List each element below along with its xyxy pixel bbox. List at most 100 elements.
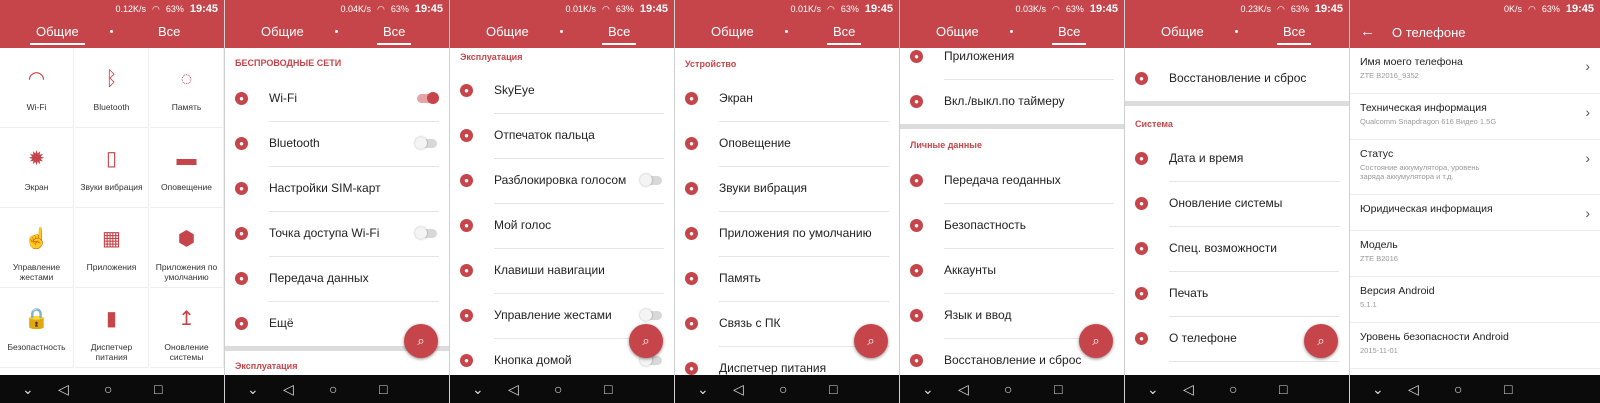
grid-item[interactable]: ⬢ Приложения по умолчанию	[150, 208, 224, 288]
recents-icon[interactable]: □	[1279, 380, 1287, 398]
tab-all[interactable]: Все	[1051, 24, 1087, 45]
settings-row[interactable]: ● Настройки SIM-карт	[225, 168, 449, 212]
nav-down-icon[interactable]: ⌄	[22, 380, 34, 398]
about-item[interactable]: Техническая информация Qualcomm Snapdrago…	[1350, 94, 1600, 140]
recents-icon[interactable]: □	[154, 380, 162, 398]
about-item[interactable]: Имя моего телефона ZTE B2016_9352 ›	[1350, 48, 1600, 94]
home-icon[interactable]: ○	[329, 380, 337, 398]
toggle-switch[interactable]	[415, 137, 437, 149]
tab-all[interactable]: Все	[1276, 24, 1312, 45]
settings-row[interactable]: ● Спец. возможности	[1125, 228, 1349, 272]
grid-item[interactable]: 🔒 Безопастность	[0, 288, 74, 368]
section-header-operation: Эксплуатация	[235, 361, 298, 371]
back-icon[interactable]: ◁	[58, 380, 69, 398]
about-item[interactable]: Юридическая информация ›	[1350, 195, 1600, 231]
toggle-switch[interactable]	[640, 174, 662, 186]
settings-row[interactable]: ● Память	[675, 258, 899, 302]
grid-item[interactable]: ᛒ Bluetooth	[75, 48, 149, 128]
settings-row[interactable]: ● Экран	[675, 78, 899, 122]
grid-item[interactable]: ↥ Оновление системы	[150, 288, 224, 368]
settings-row[interactable]: ● Восстановление и сброс	[1125, 58, 1349, 102]
settings-row[interactable]: ● Печать	[1125, 273, 1349, 317]
grid-item[interactable]: ▬ Оповещение	[150, 128, 224, 208]
nav-down-icon[interactable]: ⌄	[1147, 380, 1159, 398]
grid-item[interactable]: ▯ Звуки вибрация	[75, 128, 149, 208]
search-button[interactable]: ⌕	[854, 324, 888, 358]
home-icon[interactable]: ○	[1004, 380, 1012, 398]
settings-row[interactable]: ● Приложения	[900, 48, 1124, 80]
grid-item[interactable]: ▦ Приложения	[75, 208, 149, 288]
back-icon[interactable]: ◁	[283, 380, 294, 398]
grid-item[interactable]: ◠ Wi-Fi	[0, 48, 74, 128]
settings-row[interactable]: ● Клавиши навигации	[450, 250, 674, 294]
tab-general[interactable]: Общие	[1161, 24, 1204, 39]
about-item[interactable]: Статус Состояние аккумулятора, уровень за…	[1350, 140, 1600, 195]
settings-row[interactable]: ● Аккаунты	[900, 250, 1124, 294]
navigation-bar: ⌄ ◁ ○ □	[0, 375, 224, 403]
settings-row[interactable]: ● Звуки вибрация	[675, 168, 899, 212]
back-icon[interactable]: ◁	[508, 380, 519, 398]
recents-icon[interactable]: □	[604, 380, 612, 398]
vibration-icon: ▯	[105, 148, 117, 170]
home-icon[interactable]: ○	[104, 380, 112, 398]
search-button[interactable]: ⌕	[1079, 324, 1113, 358]
settings-row[interactable]: ● Мой голос	[450, 205, 674, 249]
home-icon[interactable]: ○	[1229, 380, 1237, 398]
settings-row[interactable]: ● Передача геоданных	[900, 160, 1124, 204]
search-button[interactable]: ⌕	[1304, 324, 1338, 358]
settings-row[interactable]: ● Вкл./выкл.по таймеру	[900, 81, 1124, 125]
settings-row[interactable]: ● Отпечаток пальца	[450, 115, 674, 159]
toggle-switch[interactable]	[415, 227, 437, 239]
about-item-title: Уровень безопасности Android	[1360, 331, 1509, 343]
tab-all[interactable]: Все	[601, 24, 637, 45]
back-icon[interactable]: ◁	[733, 380, 744, 398]
home-icon[interactable]: ○	[779, 380, 787, 398]
back-icon[interactable]: ◁	[1408, 380, 1419, 398]
grid-item[interactable]: ☝ Управление жестами	[0, 208, 74, 288]
toggle-switch[interactable]	[417, 92, 439, 104]
settings-row[interactable]: ● Оновление системы	[1125, 183, 1349, 227]
grid-item-label: Экран	[24, 182, 49, 192]
tab-all[interactable]: Все	[376, 24, 412, 45]
settings-row[interactable]: ● Передача данных	[225, 258, 449, 302]
settings-row[interactable]: ● Bluetooth	[225, 123, 449, 167]
home-icon[interactable]: ○	[554, 380, 562, 398]
grid-item[interactable]: ◌ Память	[150, 48, 224, 128]
recents-icon[interactable]: □	[1054, 380, 1062, 398]
search-button[interactable]: ⌕	[629, 324, 663, 358]
tab-all[interactable]: Все	[826, 24, 862, 45]
settings-row[interactable]: ● SkyEye	[450, 70, 674, 114]
settings-row[interactable]: ● Точка доступа Wi-Fi	[225, 213, 449, 257]
search-button[interactable]: ⌕	[404, 324, 438, 358]
tab-all[interactable]: Все	[158, 24, 180, 39]
home-icon[interactable]: ○	[1454, 380, 1462, 398]
tab-general[interactable]: Общие	[30, 24, 85, 45]
section-header-system: Система	[1135, 119, 1173, 129]
settings-row[interactable]: ● Безопастность	[900, 205, 1124, 249]
nav-down-icon[interactable]: ⌄	[1372, 380, 1384, 398]
nav-down-icon[interactable]: ⌄	[922, 380, 934, 398]
tab-general[interactable]: Общие	[711, 24, 754, 39]
grid-item[interactable]: ▮ Диспетчер питания	[75, 288, 149, 368]
back-icon[interactable]: ◁	[958, 380, 969, 398]
back-arrow-icon[interactable]: ←	[1360, 23, 1375, 40]
about-item-subtitle: Qualcomm Snapdragon 616 Видео 1.5G	[1360, 117, 1497, 126]
settings-row[interactable]: ● Wi-Fi	[225, 78, 449, 122]
tab-general[interactable]: Общие	[261, 24, 304, 39]
recents-icon[interactable]: □	[829, 380, 837, 398]
recents-icon[interactable]: □	[379, 380, 387, 398]
nav-down-icon[interactable]: ⌄	[247, 380, 259, 398]
settings-row[interactable]: ● Оповещение	[675, 123, 899, 167]
toggle-switch[interactable]	[640, 309, 662, 321]
tab-general[interactable]: Общие	[936, 24, 979, 39]
recents-icon[interactable]: □	[1504, 380, 1512, 398]
back-icon[interactable]: ◁	[1183, 380, 1194, 398]
settings-row[interactable]: ● Разблокировка голосом	[450, 160, 674, 204]
nav-down-icon[interactable]: ⌄	[697, 380, 709, 398]
settings-row[interactable]: ● Дата и время	[1125, 138, 1349, 182]
grid-item[interactable]: ✹ Экран	[0, 128, 74, 208]
settings-row[interactable]: ● Приложения по умолчанию	[675, 213, 899, 257]
nav-down-icon[interactable]: ⌄	[472, 380, 484, 398]
fingerprint-icon: ●	[460, 129, 473, 142]
tab-general[interactable]: Общие	[486, 24, 529, 39]
